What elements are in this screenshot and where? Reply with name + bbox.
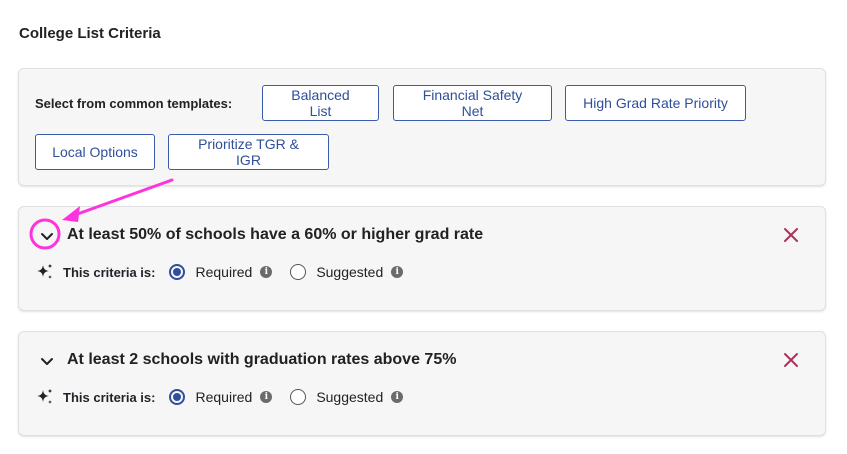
criteria-card: At least 50% of schools have a 60% or hi… — [18, 206, 826, 311]
info-icon[interactable]: i — [391, 266, 404, 278]
sparkle-icon — [37, 263, 53, 279]
required-radio[interactable] — [169, 389, 186, 405]
templates-label: Select from common templates: — [35, 96, 233, 111]
suggested-label[interactable]: Suggested — [316, 264, 383, 280]
template-high-grad-rate-priority-button[interactable]: High Grad Rate Priority — [565, 85, 746, 121]
required-label[interactable]: Required — [195, 389, 252, 405]
suggested-radio[interactable] — [290, 389, 307, 405]
criteria-type-row: This criteria is: Required i Suggested i — [35, 261, 421, 283]
template-financial-safety-net-button[interactable]: Financial Safety Net — [393, 85, 552, 121]
required-radio[interactable] — [169, 264, 186, 280]
suggested-radio[interactable] — [290, 264, 307, 280]
close-icon[interactable] — [781, 350, 801, 370]
info-icon[interactable]: i — [260, 391, 273, 403]
template-prioritize-tgr-igr-button[interactable]: Prioritize TGR & IGR — [168, 134, 329, 170]
template-balanced-list-button[interactable]: Balanced List — [262, 85, 379, 121]
templates-card: Select from common templates: Balanced L… — [18, 68, 826, 186]
close-icon[interactable] — [781, 225, 801, 245]
criteria-card: At least 2 schools with graduation rates… — [18, 331, 826, 436]
criteria-type-row: This criteria is: Required i Suggested i — [35, 386, 421, 408]
chevron-down-icon[interactable] — [37, 352, 57, 372]
required-label[interactable]: Required — [195, 264, 252, 280]
criteria-title: At least 2 schools with graduation rates… — [67, 351, 457, 368]
info-icon[interactable]: i — [391, 391, 404, 403]
criteria-title: At least 50% of schools have a 60% or hi… — [67, 226, 484, 243]
sparkle-icon — [37, 388, 53, 404]
criteria-type-label: This criteria is: — [63, 389, 156, 405]
suggested-label[interactable]: Suggested — [316, 389, 383, 405]
page-title: College List Criteria — [19, 25, 161, 42]
chevron-down-icon[interactable] — [37, 227, 57, 247]
criteria-type-label: This criteria is: — [63, 264, 156, 280]
template-local-options-button[interactable]: Local Options — [35, 134, 155, 170]
info-icon[interactable]: i — [260, 266, 273, 278]
